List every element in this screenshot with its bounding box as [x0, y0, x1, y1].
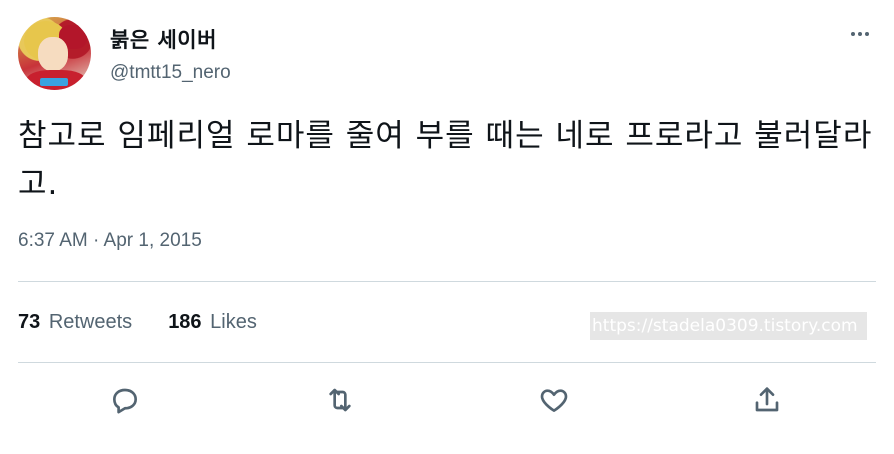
- tweet-stats: 73 Retweets 186 Likes: [18, 311, 257, 334]
- share-button[interactable]: [747, 380, 787, 420]
- reply-icon: [113, 388, 137, 414]
- watermark: https://stadela0309.tistory.com: [590, 312, 867, 340]
- more-icon-dot: [865, 32, 869, 36]
- display-name[interactable]: 붉은 세이버: [110, 24, 217, 54]
- more-icon-dot: [858, 32, 862, 36]
- user-handle[interactable]: @tmtt15_nero: [110, 62, 231, 84]
- tweet-timestamp[interactable]: 6:37 AM · Apr 1, 2015: [18, 230, 202, 252]
- more-options-button[interactable]: [846, 22, 874, 46]
- like-icon: [540, 389, 568, 412]
- likes-label: Likes: [210, 311, 257, 333]
- likes-count: 186: [168, 311, 202, 333]
- divider: [18, 281, 876, 282]
- avatar-face: [38, 37, 68, 71]
- share-icon: [755, 387, 779, 412]
- retweets-stat[interactable]: 73 Retweets: [18, 311, 132, 334]
- retweet-button[interactable]: [320, 380, 360, 420]
- avatar-tag: [40, 78, 68, 86]
- likes-stat[interactable]: 186 Likes: [168, 311, 257, 334]
- like-button[interactable]: [534, 380, 574, 420]
- tweet-actions: [0, 380, 894, 420]
- more-icon: [851, 32, 855, 36]
- avatar[interactable]: [18, 17, 91, 90]
- retweets-label: Retweets: [48, 311, 133, 333]
- retweets-count: 73: [18, 311, 41, 333]
- retweet-icon: [329, 388, 351, 412]
- reply-button[interactable]: [105, 380, 145, 420]
- divider: [18, 362, 876, 363]
- tweet-text: 참고로 임페리얼 로마를 줄여 부를 때는 네로 프로라고 불러달라고.: [18, 118, 873, 202]
